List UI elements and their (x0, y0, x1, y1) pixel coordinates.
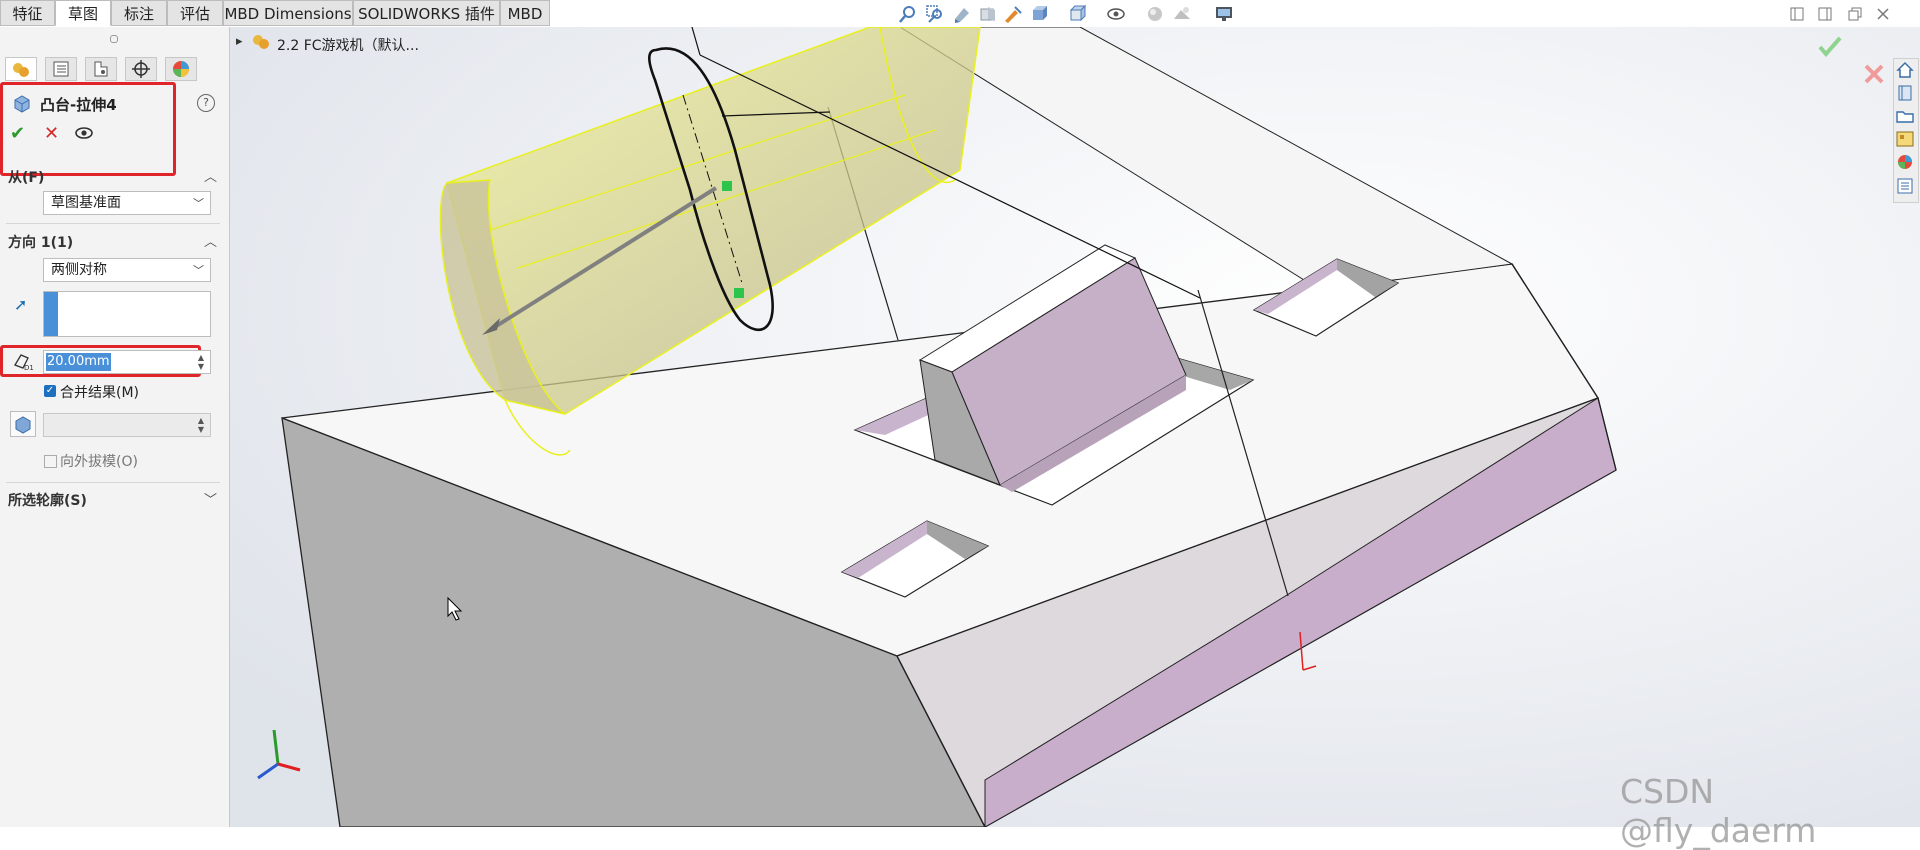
panel-drag-handle[interactable] (110, 35, 118, 43)
feature-manager-tab[interactable] (5, 57, 37, 81)
sketch-relation-marker[interactable] (734, 288, 744, 298)
tab-sketch[interactable]: 草图 (55, 0, 111, 26)
apply-scene-icon[interactable] (1172, 4, 1192, 24)
tab-mbd-dimensions[interactable]: MBD Dimensions (223, 0, 353, 26)
previous-view-icon[interactable] (952, 4, 972, 24)
sketch-relation-marker[interactable] (722, 181, 732, 191)
spin-down-icon[interactable]: ▼ (194, 362, 208, 371)
selected-contours-section-title[interactable]: 所选轮廓(S) (8, 490, 87, 510)
merge-result-checkbox[interactable]: ✓ (44, 385, 56, 397)
from-dropdown[interactable]: 草图基准面 ﹀ (43, 191, 211, 215)
draft-toggle-icon[interactable] (10, 411, 36, 437)
custom-properties-icon[interactable] (1895, 176, 1915, 196)
tab-solidworks-addins[interactable]: SOLIDWORKS 插件 (353, 0, 500, 26)
draft-outward-label: 向外拔模(O) (60, 454, 138, 470)
home-icon[interactable] (1895, 60, 1915, 80)
window-tile-left-icon[interactable] (1790, 7, 1804, 21)
selection-active-bar (44, 292, 58, 336)
spin-down-icon[interactable]: ▼ (194, 425, 208, 434)
help-icon[interactable]: ? (197, 94, 215, 112)
end-condition-value: 两侧对称 (51, 262, 107, 278)
window-restore-icon[interactable] (1848, 7, 1862, 21)
model-view[interactable] (230, 27, 1920, 827)
command-manager-tabs: 特征 草图 标注 评估 MBD Dimensions SOLIDWORKS 插件… (0, 0, 1920, 27)
reverse-direction-arrow-icon[interactable]: ➚ (14, 295, 27, 314)
spin-up-icon[interactable]: ▲ (194, 416, 208, 425)
zoom-to-fit-icon[interactable] (898, 4, 918, 24)
watermark: CSDN @fly_daerm (1620, 772, 1817, 850)
configuration-manager-tab[interactable] (85, 57, 117, 81)
design-library-icon[interactable] (1895, 83, 1915, 103)
property-manager-tab[interactable] (45, 57, 77, 81)
display-manager-tab[interactable] (165, 57, 197, 81)
zoom-to-area-icon[interactable] (925, 4, 945, 24)
expand-chevron-down-icon[interactable]: ﹀ (204, 489, 217, 508)
tab-annotate[interactable]: 标注 (111, 0, 167, 26)
view-settings-icon[interactable] (1214, 4, 1234, 24)
tree-expand-arrow-icon[interactable]: ▸ (236, 34, 243, 49)
draft-outward-checkbox[interactable] (44, 455, 57, 468)
dynamic-annotation-icon[interactable] (1003, 4, 1023, 24)
end-condition-dropdown[interactable]: 两侧对称 ﹀ (43, 258, 211, 282)
divider (6, 482, 220, 483)
from-dropdown-value: 草图基准面 (51, 195, 121, 211)
view-palette-icon[interactable] (1895, 129, 1915, 149)
depth-input[interactable]: 20.00mm ▲ ▼ (43, 350, 211, 374)
collapse-chevron-up-icon[interactable]: ︿ (204, 231, 217, 250)
merge-result-label: 合并结果(M) (60, 385, 140, 401)
collapse-chevron-up-icon[interactable]: ︿ (204, 166, 217, 185)
feature-title: 凸台-拉伸4 (40, 96, 117, 114)
appearances-icon[interactable] (1895, 152, 1915, 172)
preview-eye-icon[interactable] (74, 125, 94, 141)
graphics-area[interactable]: ▸ 2.2 FC游戏机（默认... (230, 27, 1920, 827)
edit-appearance-icon[interactable] (1145, 4, 1165, 24)
dimxpert-manager-tab[interactable] (125, 57, 157, 81)
hide-show-items-icon[interactable] (1106, 4, 1126, 24)
section-view-icon[interactable] (978, 4, 998, 24)
chevron-down-icon: ﹀ (193, 197, 204, 210)
spin-up-icon[interactable]: ▲ (194, 353, 208, 362)
window-tile-right-icon[interactable] (1818, 7, 1832, 21)
direction-selection-box[interactable] (43, 291, 211, 337)
draft-angle-input[interactable]: ▲ ▼ (43, 413, 211, 437)
tab-features[interactable]: 特征 (0, 0, 55, 26)
chevron-down-icon: ﹀ (193, 264, 204, 277)
display-style-icon[interactable] (1068, 4, 1088, 24)
tab-mbd[interactable]: MBD (500, 0, 550, 26)
property-manager-panel: 凸台-拉伸4 ? ✔ ✕ 从(F) ︿ 草图基准面 ﹀ 方向 1(1) ︿ 两侧… (0, 27, 230, 827)
window-close-icon[interactable] (1876, 7, 1890, 21)
view-orientation-icon[interactable] (1030, 4, 1050, 24)
svg-text:D1: D1 (24, 364, 34, 371)
depth-input-value: 20.00mm (46, 353, 111, 371)
depth-dimension-icon: D1 (12, 351, 34, 372)
direction1-section-title[interactable]: 方向 1(1) (8, 232, 73, 252)
part-icon (252, 32, 270, 50)
divider (6, 223, 220, 224)
cancel-x-icon[interactable]: ✕ (44, 123, 59, 144)
tab-evaluate[interactable]: 评估 (167, 0, 223, 26)
tree-root-label[interactable]: 2.2 FC游戏机（默认... (277, 35, 419, 55)
ok-check-icon[interactable]: ✔ (10, 123, 25, 144)
file-explorer-icon[interactable] (1895, 106, 1915, 126)
from-section-title[interactable]: 从(F) (8, 167, 44, 187)
boss-extrude-icon (12, 93, 32, 113)
